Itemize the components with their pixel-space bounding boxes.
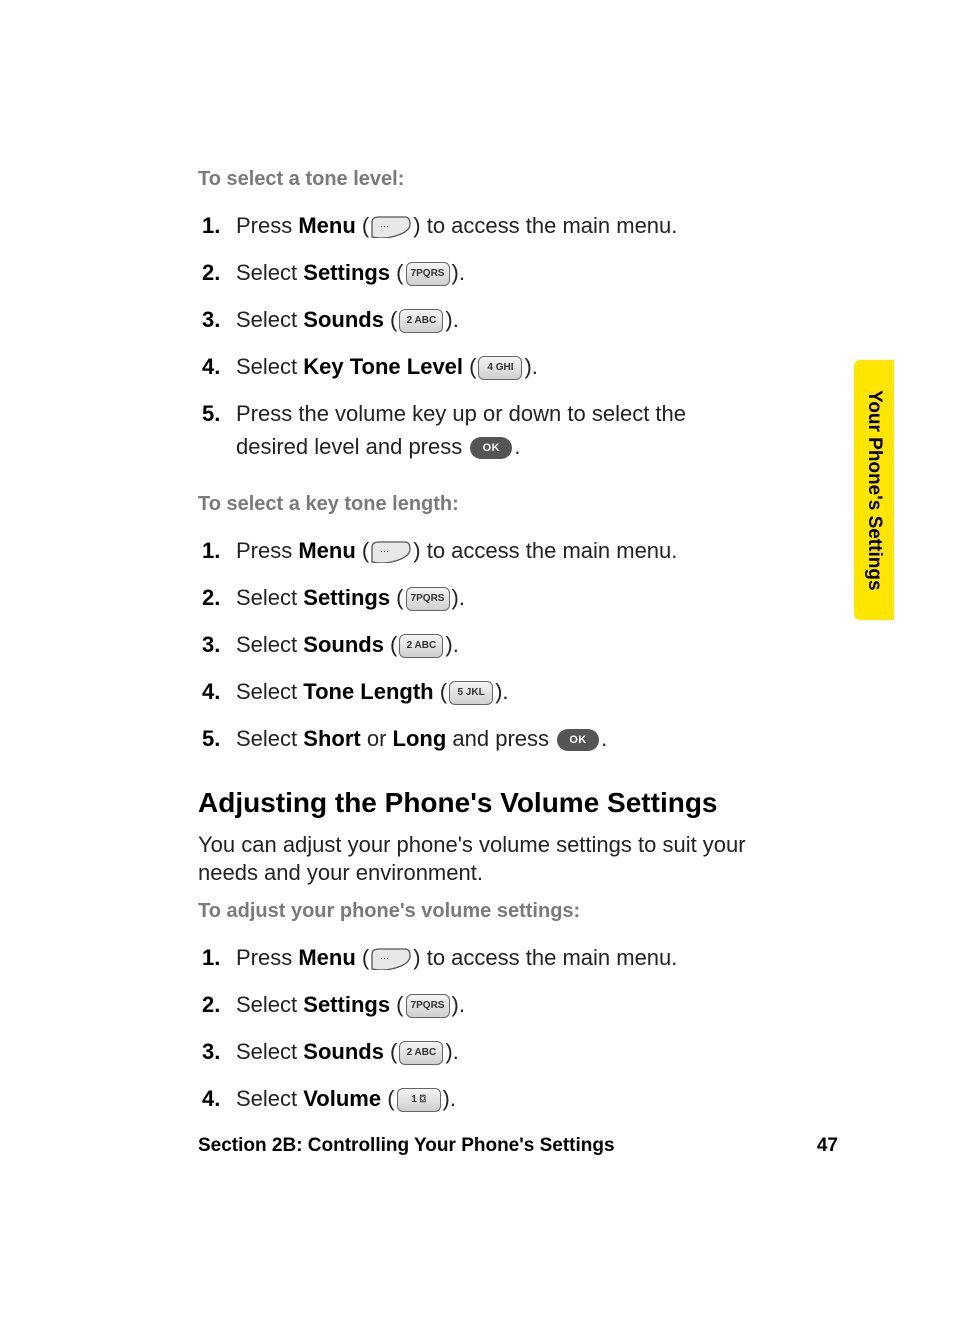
key-2-icon: 2 ABC: [399, 309, 443, 333]
body-paragraph: You can adjust your phone's volume setti…: [198, 831, 753, 886]
step-item: 1. Press Menu (⋯) to access the main men…: [236, 941, 753, 988]
step-item: 4. Select Tone Length (5 JKL).: [236, 675, 753, 722]
ok-key-icon: OK: [470, 437, 512, 459]
section-intro: To select a key tone length:: [198, 493, 753, 516]
step-item: 2. Select Settings (7PQRS).: [236, 256, 753, 303]
key-7-icon: 7PQRS: [406, 262, 450, 286]
step-list-tone-length: 1. Press Menu (⋯) to access the main men…: [236, 534, 753, 769]
side-tab: Your Phone's Settings: [854, 360, 894, 620]
svg-text:⋯: ⋯: [380, 221, 389, 231]
step-item: 4. Select Key Tone Level (4 GHI).: [236, 350, 753, 397]
step-item: 4. Select Volume (1 ⌼).: [236, 1082, 753, 1129]
key-2-icon: 2 ABC: [399, 1041, 443, 1065]
footer-section-title: Section 2B: Controlling Your Phone's Set…: [198, 1135, 615, 1157]
ok-key-icon: OK: [557, 729, 599, 751]
key-5-icon: 5 JKL: [449, 681, 493, 705]
menu-key-icon: ⋯: [371, 216, 411, 238]
step-item: 2. Select Settings (7PQRS).: [236, 988, 753, 1035]
menu-key-icon: ⋯: [371, 541, 411, 563]
key-7-icon: 7PQRS: [406, 587, 450, 611]
step-item: 2. Select Settings (7PQRS).: [236, 581, 753, 628]
key-1-icon: 1 ⌼: [397, 1088, 441, 1112]
step-item: 1. Press Menu (⋯) to access the main men…: [236, 209, 753, 256]
section-intro: To select a tone level:: [198, 168, 753, 191]
svg-text:⋯: ⋯: [380, 953, 389, 963]
section-heading: Adjusting the Phone's Volume Settings: [198, 787, 753, 819]
key-4-icon: 4 GHI: [478, 356, 522, 380]
step-item: 3. Select Sounds (2 ABC).: [236, 628, 753, 675]
key-2-icon: 2 ABC: [399, 634, 443, 658]
step-item: 3. Select Sounds (2 ABC).: [236, 303, 753, 350]
step-item: 1. Press Menu (⋯) to access the main men…: [236, 534, 753, 581]
step-item: 3. Select Sounds (2 ABC).: [236, 1035, 753, 1082]
section-intro: To adjust your phone's volume settings:: [198, 900, 753, 923]
step-list-volume: 1. Press Menu (⋯) to access the main men…: [236, 941, 753, 1129]
step-item: 5. Press the volume key up or down to se…: [236, 397, 753, 477]
svg-text:⋯: ⋯: [380, 546, 389, 556]
menu-key-icon: ⋯: [371, 948, 411, 970]
key-7-icon: 7PQRS: [406, 994, 450, 1018]
document-page: Your Phone's Settings To select a tone l…: [0, 0, 954, 1323]
page-footer: Section 2B: Controlling Your Phone's Set…: [198, 1135, 838, 1157]
page-number: 47: [817, 1135, 838, 1157]
page-content: To select a tone level: 1. Press Menu (⋯…: [198, 168, 753, 1145]
step-list-tone-level: 1. Press Menu (⋯) to access the main men…: [236, 209, 753, 477]
step-item: 5. Select Short or Long and press OK.: [236, 722, 753, 769]
side-tab-label: Your Phone's Settings: [863, 390, 885, 591]
